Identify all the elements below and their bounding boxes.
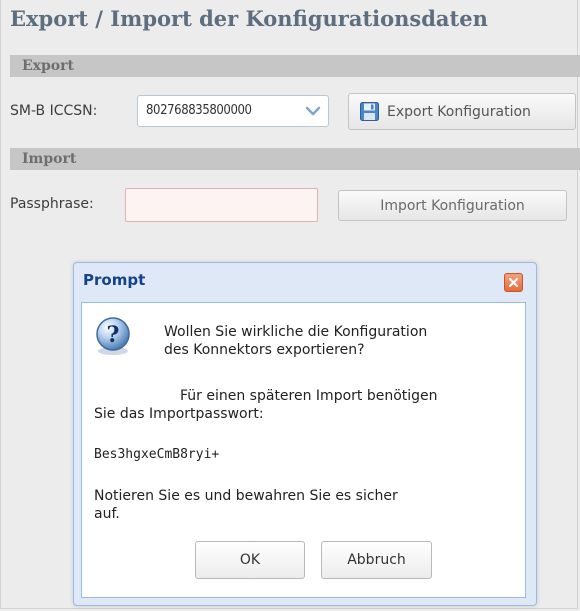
import-section-header: Import (10, 148, 580, 170)
dialog-body: ? Wollen Sie wirkliche die Konfiguration… (81, 302, 526, 598)
page-title: Export / Import der Konfigurationsdaten (10, 6, 488, 31)
export-button-label: Export Konfiguration (387, 103, 531, 120)
svg-text:?: ? (107, 322, 120, 348)
close-icon[interactable] (504, 273, 523, 292)
dialog-message-line1: Wollen Sie wirkliche die Konfiguration (164, 324, 428, 340)
passphrase-input[interactable] (125, 188, 318, 222)
chevron-down-icon[interactable] (298, 96, 328, 126)
import-password: Bes3hgxeCmB8ryi+ (94, 447, 220, 462)
ok-button[interactable]: OK (195, 541, 305, 579)
dialog-message-line2: des Konnektors exportieren? (164, 342, 365, 358)
prompt-dialog: Prompt ? Wollen Sie wirkliche die Konfig… (73, 262, 537, 606)
passphrase-label: Passphrase: (10, 196, 94, 212)
floppy-disk-icon (360, 102, 379, 121)
dialog-message-line3: Für einen späteren Import benötigen (180, 388, 438, 404)
dialog-message-line6: auf. (94, 506, 120, 522)
import-configuration-button[interactable]: Import Konfiguration (338, 190, 567, 221)
dialog-message-line5: Notieren Sie es und bewahren Sie es sich… (94, 488, 398, 504)
dialog-message-line4: Sie das Importpasswort: (94, 406, 264, 422)
iccsn-combobox[interactable]: 802768835800000 (137, 95, 329, 127)
export-section-header: Export (10, 55, 580, 77)
export-configuration-button[interactable]: Export Konfiguration (348, 93, 576, 130)
question-icon: ? (92, 315, 134, 357)
iccsn-value: 802768835800000 (146, 103, 252, 118)
dialog-title: Prompt (83, 271, 146, 289)
cancel-button[interactable]: Abbruch (321, 541, 432, 579)
iccsn-label: SM-B ICCSN: (10, 103, 98, 119)
